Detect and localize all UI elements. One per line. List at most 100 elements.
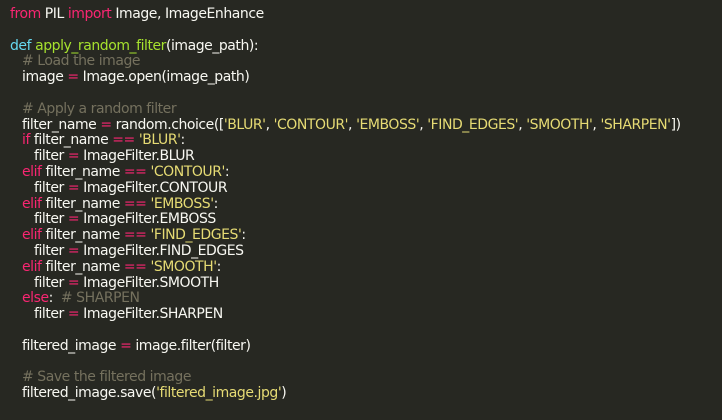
code-line: filtered_image = image.filter(filter) [10,337,722,355]
code-text: ImageFilter.FIND_EDGES [79,242,244,259]
keyword: elif [22,163,42,180]
string-literal: 'filtered_image.jpg' [156,385,282,402]
code-line: filter_name = random.choice(['BLUR', 'CO… [10,116,722,134]
code-text: filter_name [41,258,124,275]
code-text: : [241,227,246,244]
comment: # SHARPEN [60,290,140,307]
code-line: filtered_image.save('filtered_image.jpg'… [10,385,722,402]
code-text: (image_path): [165,37,259,54]
code-text: ImageFilter.SHARPEN [79,306,223,323]
comment: # Save the filtered image [22,369,191,386]
function-name: apply_random_filter [35,37,166,54]
code-text: , [265,116,274,133]
string-literal: 'BLUR' [138,132,181,149]
code-line: # Apply a random filter [10,100,722,118]
code-text: : [180,132,186,149]
operator: = [100,116,112,133]
keyword: else [22,290,49,307]
code-text: ]) [670,116,681,133]
string-literal: 'CONTOUR' [150,163,225,180]
code-text: filter_name [41,163,124,180]
code-text: filtered_image.save( [22,385,157,402]
code-text: ImageFilter.EMBOSS [79,211,216,228]
comment: # Load the image [22,53,141,70]
code-text: ImageFilter.CONTOUR [79,179,228,196]
operator: = [120,337,132,354]
code-text: ImageFilter.BLUR [79,148,195,165]
code-text: filter [34,306,68,323]
code-text: filtered_image [22,337,121,354]
code-text: filter [34,274,68,291]
code-editor[interactable]: from PIL import Image, ImageEnhance def … [0,0,722,420]
keyword: elif [22,227,42,244]
string-literal: 'EMBOSS' [356,116,420,133]
code-text: Image.open(image_path) [78,69,250,86]
string-literal: 'SMOOTH' [150,258,217,275]
code-text: filter_name [41,227,124,244]
code-line: elif filter_name == 'CONTOUR': [10,163,722,181]
comment: # Apply a random filter [22,100,177,117]
code-line: def apply_random_filter(image_path): [10,37,722,55]
string-literal: 'BLUR' [223,116,266,133]
code-line: elif filter_name == 'EMBOSS': [10,195,722,213]
code-text: filter [34,211,68,228]
code-text: : [213,195,219,212]
code-text: PIL [40,6,68,22]
code-text: ImageFilter.SMOOTH [79,274,219,291]
code-text: filter_name [29,132,113,149]
operator: = [67,179,80,196]
operator: = [67,211,80,228]
code-text: : [48,290,61,307]
operator: == [123,163,147,180]
code-text: : [224,163,230,180]
code-text: filter [34,179,68,196]
code-line: # Save the filtered image [10,369,722,386]
string-literal: 'FIND_EDGES' [150,227,242,244]
operator: == [112,132,135,149]
keyword: elif [22,258,42,275]
code-line: filter = ImageFilter.BLUR [10,148,722,165]
keyword: from [10,6,41,22]
code-line: filter = ImageFilter.SHARPEN [10,306,722,323]
code-line: image = Image.open(image_path) [10,69,722,86]
code-text: , [348,116,357,133]
code-line: filter = ImageFilter.FIND_EDGES [10,242,722,260]
code-line: filter = ImageFilter.CONTOUR [10,179,722,197]
code-text: image.filter(filter) [131,337,251,354]
operator: = [67,69,79,86]
operator: == [123,227,147,244]
operator: = [67,242,80,259]
code-text: filter [34,148,68,165]
code-line: # Load the image [10,53,722,70]
code-line: elif filter_name == 'FIND_EDGES': [10,227,722,244]
code-text: filter [34,242,68,259]
string-literal: 'CONTOUR' [273,116,349,133]
code-line: else: # SHARPEN [10,290,722,307]
code-text: Image, ImageEnhance [111,6,264,22]
keyword: def [10,37,32,54]
string-literal: 'FIND_EDGES' [427,116,519,133]
operator: = [67,306,80,323]
code-text: : [216,258,222,275]
code-text: filter_name [41,195,124,212]
code-text: random.choice([ [111,116,225,133]
code-line: elif filter_name == 'SMOOTH': [10,258,722,276]
keyword: import [67,6,112,22]
operator: = [67,274,80,291]
code-line: if filter_name == 'BLUR': [10,132,722,149]
code-line: from PIL import Image, ImageEnhance [10,6,722,23]
operator: = [67,148,80,165]
code-text: image [22,69,68,86]
string-literal: 'SHARPEN' [600,116,671,133]
code-text: ) [281,385,287,402]
keyword: if [22,132,30,149]
code-line: filter = ImageFilter.EMBOSS [10,211,722,228]
string-literal: 'SMOOTH' [526,116,593,133]
code-line: filter = ImageFilter.SMOOTH [10,274,722,292]
operator: == [123,195,147,212]
code-text: filter_name [22,116,101,133]
